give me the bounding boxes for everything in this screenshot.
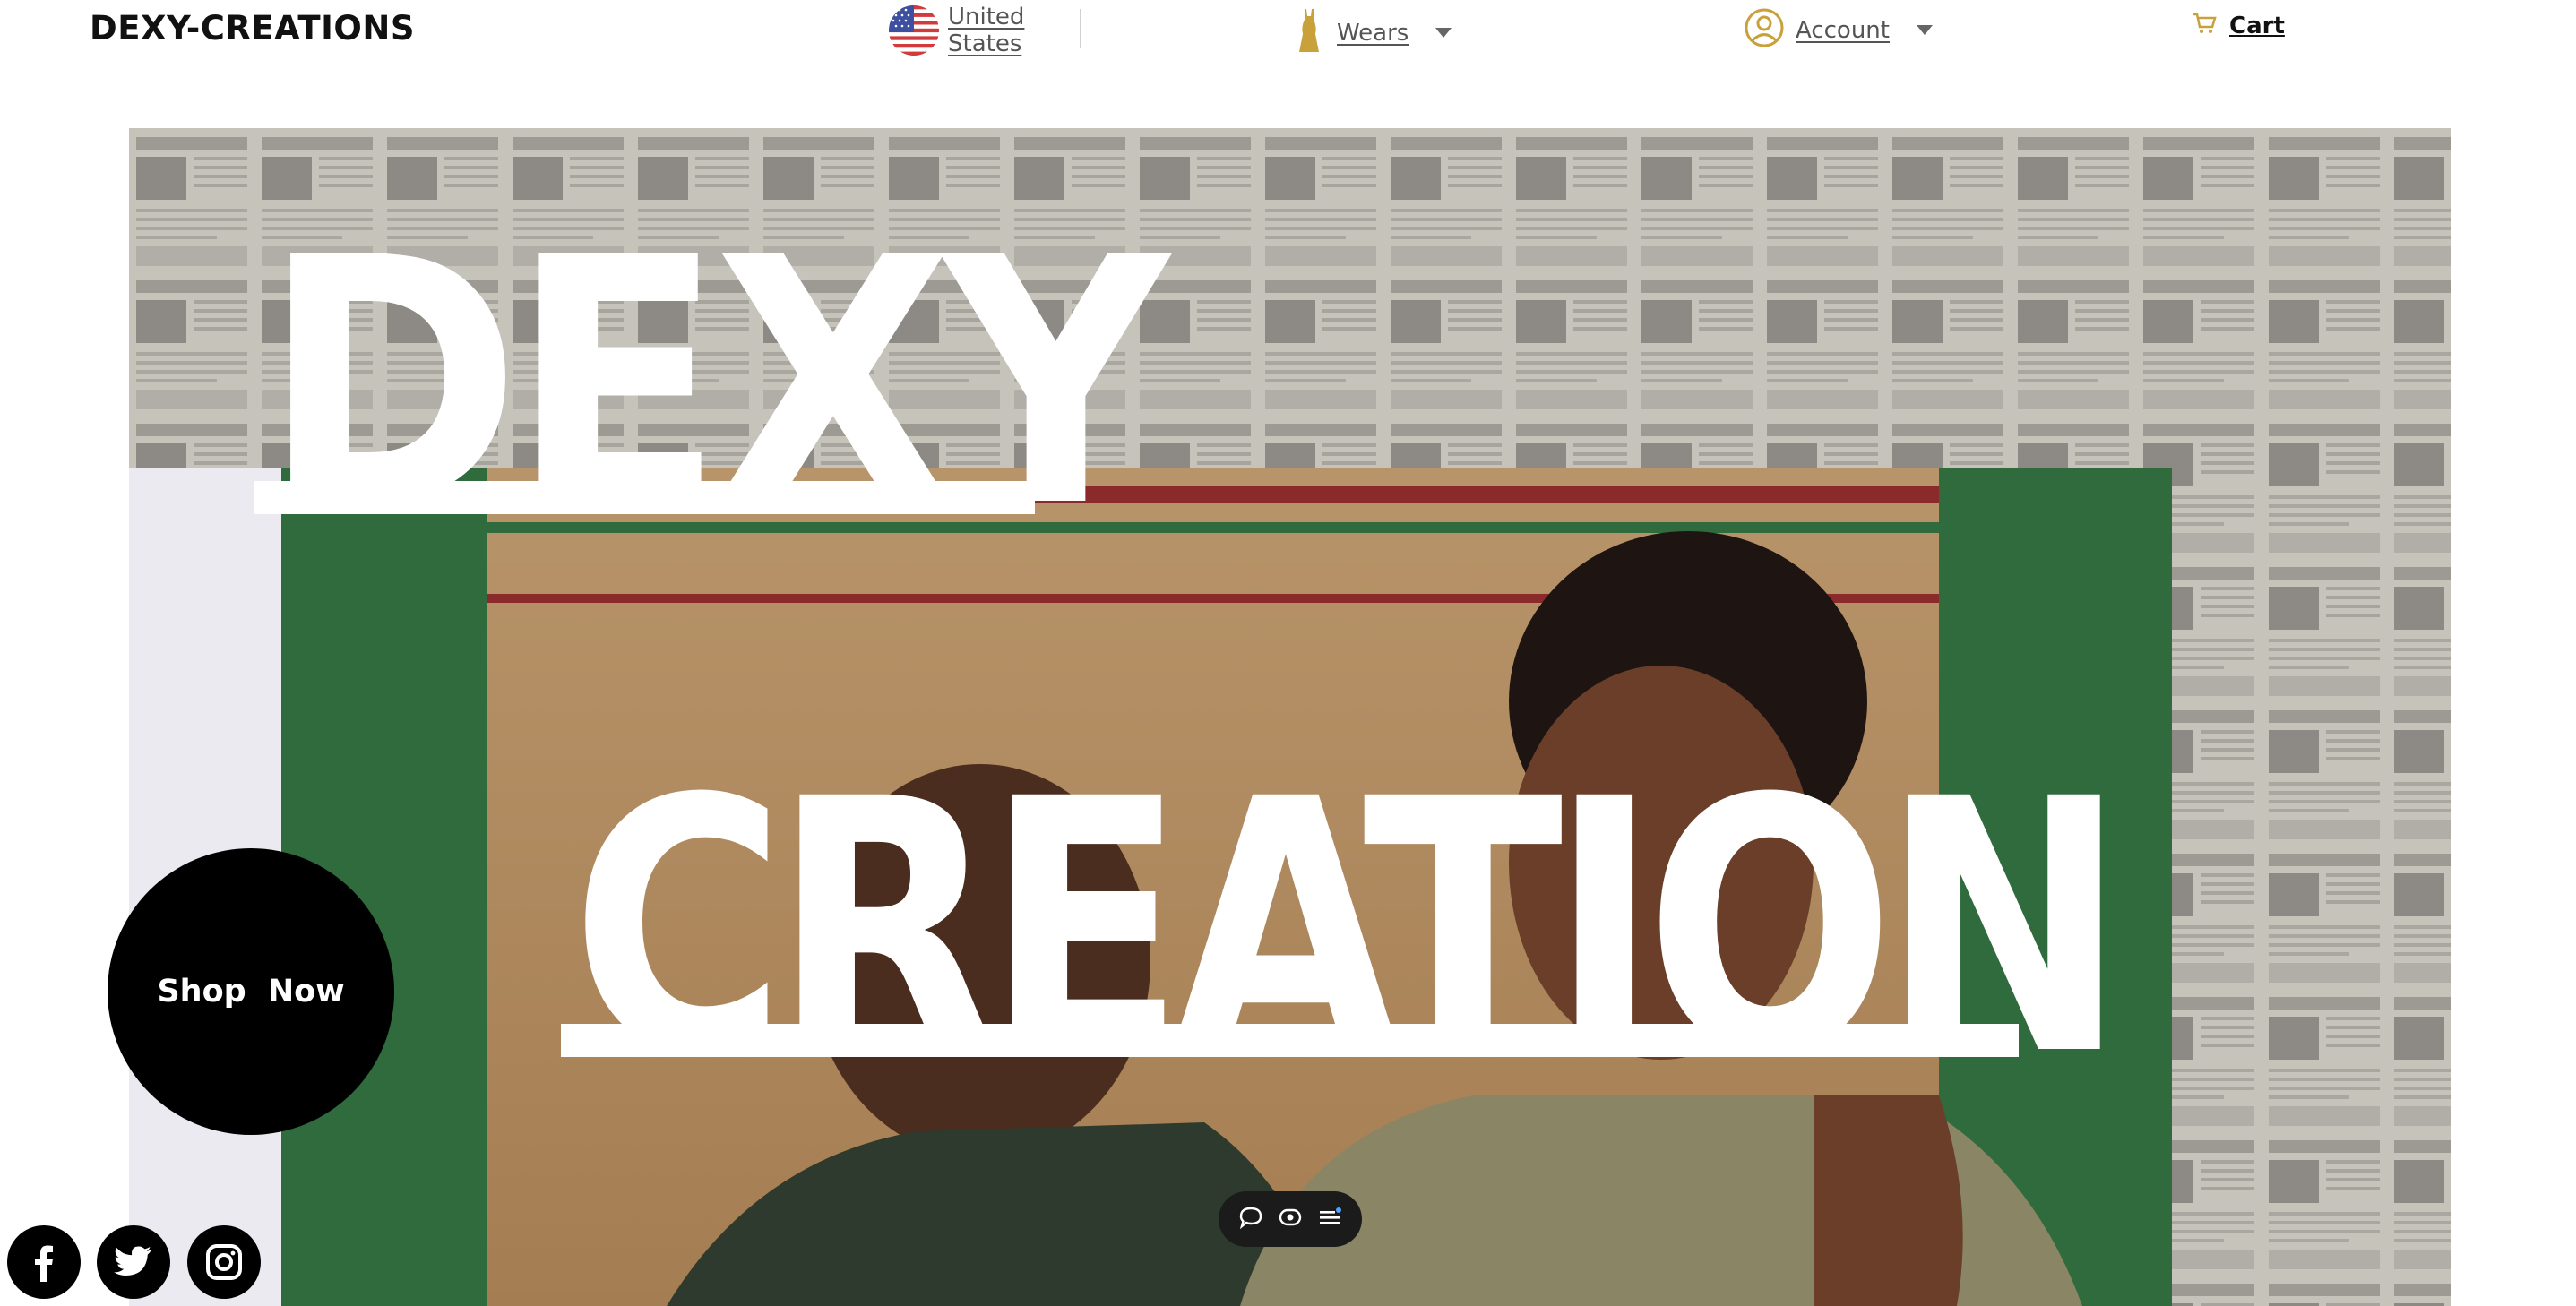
chevron-down-icon[interactable] bbox=[1916, 25, 1933, 35]
country-link[interactable]: United States bbox=[948, 4, 1029, 57]
country-line-2: States bbox=[948, 30, 1022, 57]
header-divider bbox=[1080, 9, 1081, 48]
eye-icon[interactable] bbox=[1278, 1205, 1303, 1234]
country-selector[interactable]: United States bbox=[889, 4, 1029, 57]
hero-underline-2 bbox=[561, 1024, 2019, 1057]
shop-now-button[interactable]: Shop Now bbox=[108, 848, 394, 1135]
hero-underline-1 bbox=[254, 481, 1035, 514]
comment-icon[interactable] bbox=[1238, 1205, 1263, 1234]
wears-link[interactable]: Wears bbox=[1337, 20, 1409, 47]
cart-link[interactable]: Cart bbox=[2192, 11, 2285, 40]
account-link[interactable]: Account bbox=[1796, 17, 1890, 44]
user-circle-icon bbox=[1744, 7, 1785, 53]
account-menu[interactable]: Account bbox=[1744, 7, 1933, 53]
brand-logo[interactable]: DEXY-CREATIONS bbox=[90, 9, 415, 47]
us-flag-icon bbox=[889, 5, 939, 56]
country-line-1: United bbox=[948, 4, 1025, 30]
menu-icon[interactable] bbox=[1317, 1205, 1342, 1234]
wears-menu[interactable]: Wears bbox=[1297, 7, 1452, 58]
dress-icon bbox=[1297, 7, 1321, 58]
chevron-down-icon[interactable] bbox=[1435, 28, 1452, 38]
floating-toolbar bbox=[1219, 1191, 1362, 1247]
hero-banner: DEXY CREATION bbox=[129, 128, 2451, 1306]
cart-icon bbox=[2192, 11, 2217, 40]
facebook-icon[interactable] bbox=[7, 1225, 81, 1299]
cart-label[interactable]: Cart bbox=[2229, 13, 2285, 39]
twitter-icon[interactable] bbox=[97, 1225, 170, 1299]
instagram-icon[interactable] bbox=[187, 1225, 261, 1299]
